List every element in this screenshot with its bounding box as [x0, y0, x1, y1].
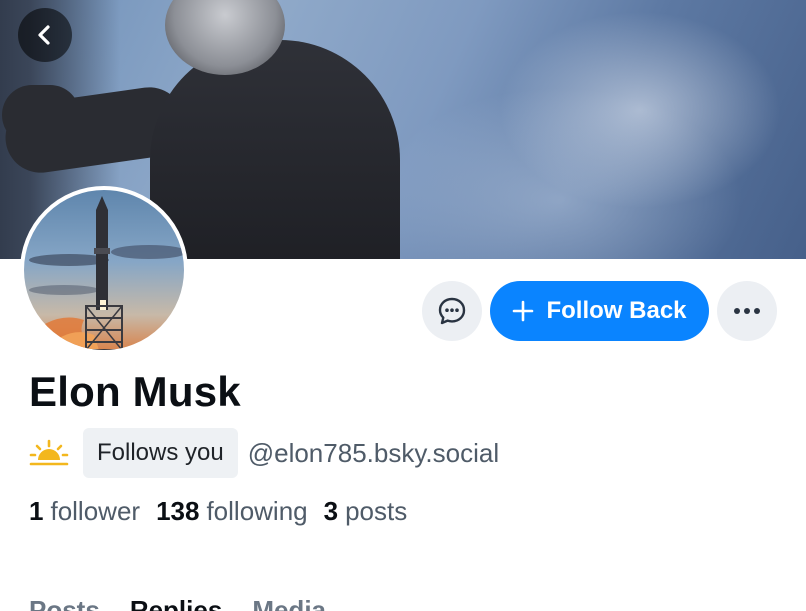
profile-stats: 1 follower 138 following 3 posts — [29, 496, 423, 527]
more-options-button[interactable] — [717, 281, 777, 341]
followers-count: 1 — [29, 496, 44, 526]
tab-posts[interactable]: Posts — [29, 595, 100, 611]
follow-back-label: Follow Back — [546, 297, 687, 324]
posts-label: posts — [345, 496, 408, 526]
message-button[interactable] — [422, 281, 482, 341]
back-button[interactable] — [18, 8, 72, 62]
banner-figure-body — [150, 40, 400, 259]
display-name: Elon Musk — [29, 368, 241, 415]
posts-stat: 3 posts — [324, 496, 408, 527]
follow-back-button[interactable]: Follow Back — [490, 281, 709, 341]
ellipsis-icon — [734, 308, 760, 314]
profile-meta-row: Follows you @elon785.bsky.social — [29, 428, 499, 478]
following-stat[interactable]: 138 following — [156, 496, 308, 527]
tab-replies[interactable]: Replies — [130, 595, 223, 611]
plus-icon — [513, 300, 534, 322]
avatar[interactable] — [20, 186, 188, 354]
sunrise-icon — [29, 439, 69, 466]
posts-count: 3 — [323, 496, 339, 526]
chevron-left-icon — [38, 25, 50, 45]
chat-bubble-icon — [438, 297, 466, 325]
banner-figure-hand — [2, 85, 80, 145]
following-label: following — [206, 496, 308, 526]
following-count: 138 — [156, 496, 200, 526]
user-handle: @elon785.bsky.social — [247, 437, 500, 468]
followers-label: follower — [50, 496, 141, 526]
tab-media[interactable]: Media — [252, 595, 326, 611]
avatar-rocket-image — [24, 196, 184, 350]
followers-stat[interactable]: 1 follower — [29, 496, 140, 527]
profile-tabs: Posts Replies Media — [29, 595, 326, 611]
follows-you-badge: Follows you — [83, 428, 238, 478]
